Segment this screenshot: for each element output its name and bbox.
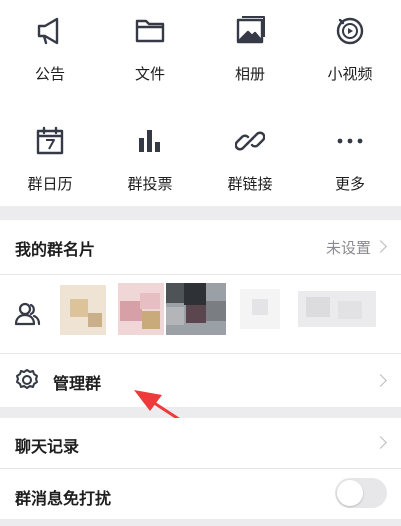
member-avatar[interactable] — [240, 289, 280, 329]
grid-item-label: 群链接 — [227, 175, 273, 193]
grid-item-short-video[interactable]: 小视频 — [300, 0, 400, 103]
grid-item-more[interactable]: 更多 — [300, 110, 400, 213]
member-avatar[interactable] — [298, 291, 376, 327]
chevron-right-icon — [374, 436, 387, 449]
mute-notifications-row: 群消息免打扰 — [0, 469, 401, 519]
group-members-row[interactable] — [0, 275, 401, 353]
chat-history-label: 聊天记录 — [15, 437, 80, 456]
group-feature-grid: 公告 文件 相册 小视频 群日历 群投票 群链接 更多 — [0, 0, 401, 206]
grid-item-label: 相册 — [234, 65, 265, 83]
chevron-right-icon — [374, 374, 387, 387]
bar-chart-icon — [133, 124, 167, 158]
grid-item-label: 文件 — [134, 65, 165, 83]
calendar-icon — [33, 124, 67, 158]
chat-history-row[interactable]: 聊天记录 — [0, 418, 401, 468]
grid-item-label: 小视频 — [327, 65, 373, 83]
member-avatar[interactable] — [118, 283, 164, 335]
grid-item-vote[interactable]: 群投票 — [100, 110, 200, 213]
my-group-card-label: 我的群名片 — [15, 240, 96, 259]
grid-item-label: 公告 — [34, 65, 65, 83]
grid-item-label: 群日历 — [27, 175, 73, 193]
more-dots-icon — [333, 124, 367, 158]
photo-album-icon — [233, 14, 267, 48]
folder-icon — [133, 14, 167, 48]
my-group-card-value: 未设置 — [325, 239, 371, 257]
member-avatar[interactable] — [166, 283, 226, 335]
grid-item-label: 群投票 — [127, 175, 173, 193]
short-video-icon — [333, 14, 367, 48]
toggle-knob — [337, 480, 363, 506]
chevron-right-icon — [374, 240, 387, 253]
grid-item-announcement[interactable]: 公告 — [0, 0, 100, 103]
megaphone-icon — [33, 14, 67, 48]
grid-item-label: 更多 — [334, 175, 365, 193]
members-icon — [14, 301, 42, 331]
member-avatar[interactable] — [60, 285, 106, 335]
link-icon — [233, 124, 267, 158]
grid-item-calendar[interactable]: 群日历 — [0, 110, 100, 213]
grid-item-files[interactable]: 文件 — [100, 0, 200, 103]
mute-toggle[interactable] — [335, 478, 387, 508]
grid-item-album[interactable]: 相册 — [200, 0, 300, 103]
grid-item-link[interactable]: 群链接 — [200, 110, 300, 213]
manage-group-label: 管理群 — [53, 374, 102, 393]
my-group-card-row[interactable]: 我的群名片 未设置 — [0, 220, 401, 274]
mute-notifications-label: 群消息免打扰 — [15, 489, 112, 508]
gear-icon — [15, 368, 39, 396]
